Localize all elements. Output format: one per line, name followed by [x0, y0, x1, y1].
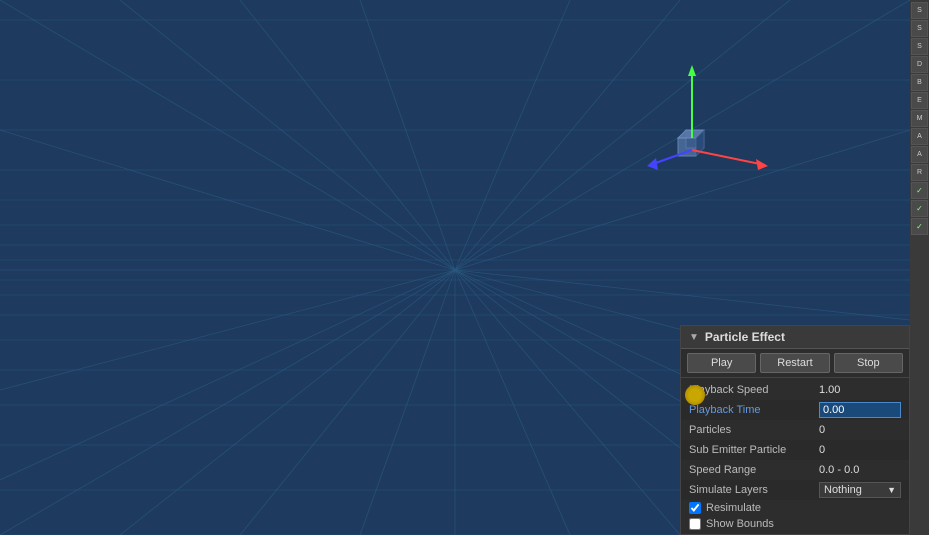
resimulate-checkbox[interactable] — [689, 502, 701, 514]
dropdown-arrow-icon: ▼ — [887, 485, 896, 495]
show-bounds-row: Show Bounds — [681, 516, 909, 532]
stop-button[interactable]: Stop — [834, 353, 903, 373]
simulate-layers-value: Nothing — [824, 484, 862, 496]
toolbar-item-s3[interactable]: S — [911, 38, 928, 55]
toolbar-item-e[interactable]: E — [911, 92, 928, 109]
toolbar-item-r[interactable]: R — [911, 164, 928, 181]
particles-row: Particles 0 — [681, 420, 909, 440]
sub-emitter-row: Sub Emitter Particle 0 — [681, 440, 909, 460]
particles-value: 0 — [819, 424, 901, 436]
playback-time-input[interactable] — [819, 402, 901, 418]
playback-speed-label: Playback Speed — [689, 384, 819, 396]
panel-collapse-arrow[interactable]: ▼ — [689, 332, 699, 343]
toolbar-item-s2[interactable]: S — [911, 20, 928, 37]
play-button[interactable]: Play — [687, 353, 756, 373]
speed-range-row: Speed Range 0.0 - 0.0 — [681, 460, 909, 480]
sub-emitter-label: Sub Emitter Particle — [689, 444, 819, 456]
restart-button[interactable]: Restart — [760, 353, 829, 373]
toolbar-item-d[interactable]: D — [911, 56, 928, 73]
panel-header: ▼ Particle Effect — [681, 326, 909, 349]
show-bounds-checkbox[interactable] — [689, 518, 701, 530]
show-bounds-label: Show Bounds — [706, 518, 774, 530]
toolbar-item-m[interactable]: M — [911, 110, 928, 127]
sub-emitter-value: 0 — [819, 444, 901, 456]
toolbar-item-b[interactable]: B — [911, 74, 928, 91]
toolbar-item-a2[interactable]: A — [911, 146, 928, 163]
toolbar-item-a1[interactable]: A — [911, 128, 928, 145]
panel-title: Particle Effect — [705, 330, 785, 344]
cursor-indicator — [685, 385, 705, 405]
toolbar-item-s1[interactable]: S — [911, 2, 928, 19]
simulate-layers-dropdown[interactable]: Nothing ▼ — [819, 482, 901, 498]
simulate-layers-label: Simulate Layers — [689, 484, 819, 496]
panel-controls: Play Restart Stop — [681, 349, 909, 378]
playback-time-row: Playback Time — [681, 400, 909, 420]
panel-fields: Playback Speed 1.00 Playback Time Partic… — [681, 378, 909, 534]
particles-label: Particles — [689, 424, 819, 436]
toolbar-item-check3[interactable]: ✓ — [911, 218, 928, 235]
playback-speed-row: Playback Speed 1.00 — [681, 380, 909, 400]
speed-range-label: Speed Range — [689, 464, 819, 476]
playback-time-label: Playback Time — [689, 404, 819, 416]
toolbar-item-check2[interactable]: ✓ — [911, 200, 928, 217]
particle-effect-panel: ▼ Particle Effect Play Restart Stop Play… — [680, 325, 910, 535]
speed-range-value: 0.0 - 0.0 — [819, 464, 901, 476]
right-toolbar: S S S D B E M A A R ✓ ✓ ✓ — [910, 0, 929, 535]
resimulate-row: Resimulate — [681, 500, 909, 516]
resimulate-label: Resimulate — [706, 502, 761, 514]
simulate-layers-row: Simulate Layers Nothing ▼ — [681, 480, 909, 500]
toolbar-item-check1[interactable]: ✓ — [911, 182, 928, 199]
playback-speed-value: 1.00 — [819, 384, 901, 396]
